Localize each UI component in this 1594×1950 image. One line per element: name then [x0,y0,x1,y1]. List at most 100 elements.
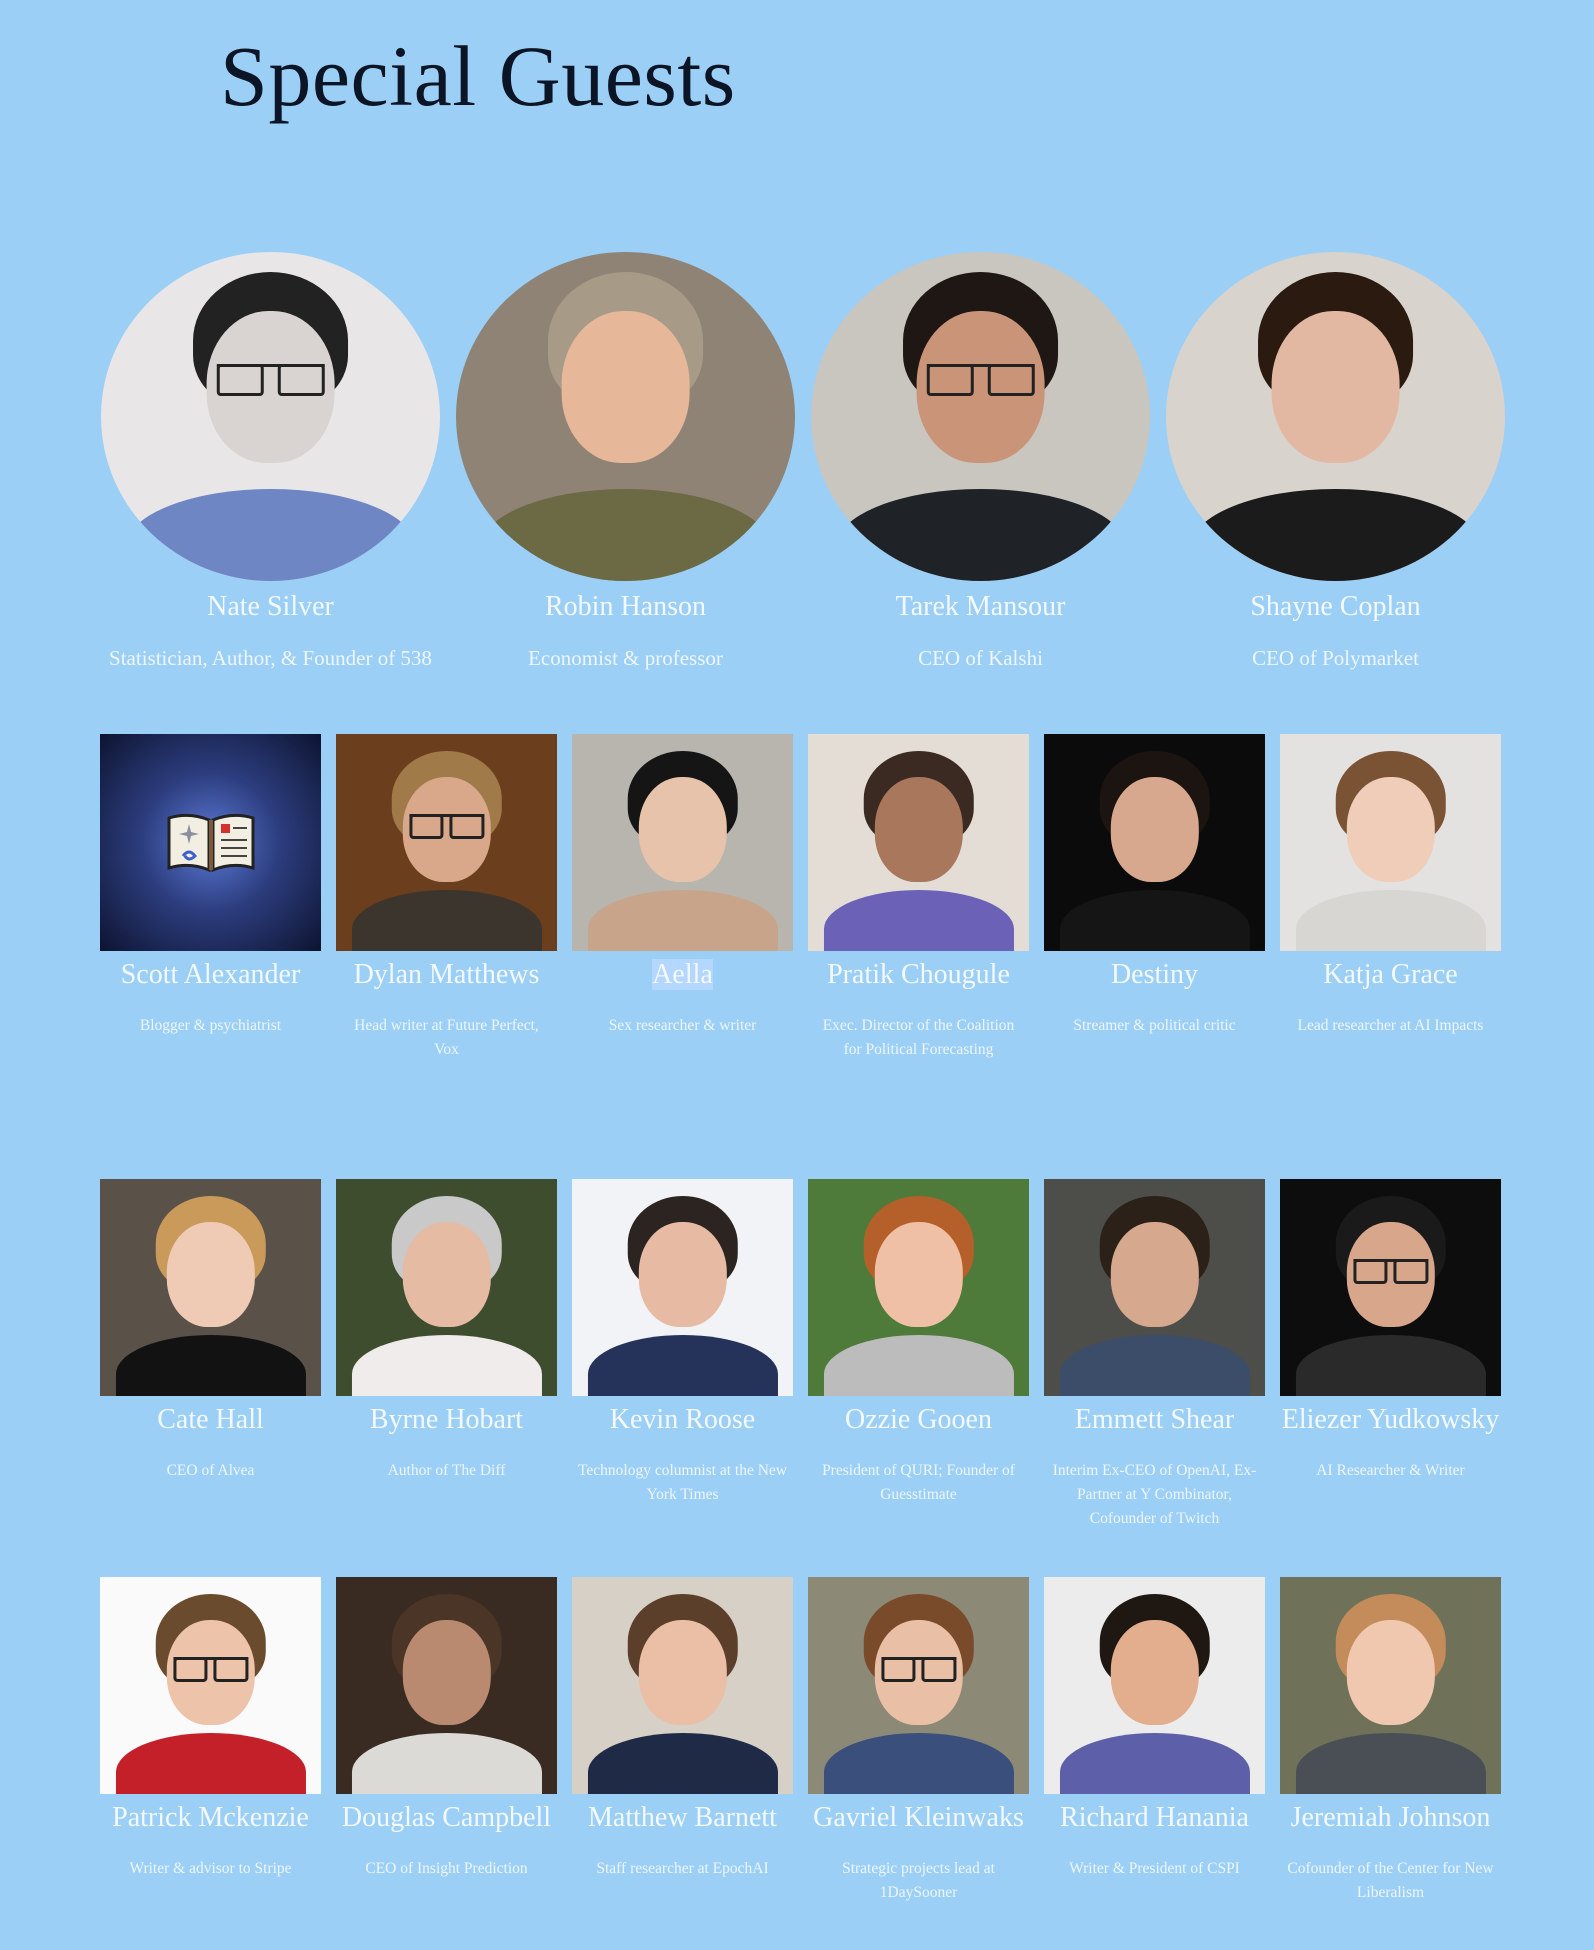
guest-card-kevin-roose: Kevin Roose Technology columnist at the N… [572,1179,793,1507]
guest-role: Writer & advisor to Stripe [129,1860,292,1877]
guest-photo [808,1577,1029,1794]
guest-photo [808,734,1029,951]
guest-name: Pratik Chougule [808,957,1029,992]
page-title: Special Guests [220,28,736,124]
guest-name: Cate Hall [100,1402,321,1437]
guest-photo [100,1577,321,1794]
guest-photo [572,1179,793,1396]
guest-name-text: Robin Hanson [545,591,706,622]
guest-role: AI Researcher & Writer [1316,1462,1465,1479]
guest-name-text: Scott Alexander [120,959,301,990]
guest-photo [808,1179,1029,1396]
guest-role: CEO of Polymarket [1252,646,1419,670]
guest-card-pratik-chougule: Pratik Chougule Exec. Director of the Coa… [808,734,1029,1062]
guest-photo [456,252,795,581]
guest-role: Technology columnist at the New York Tim… [578,1462,787,1504]
guest-name-text: Byrne Hobart [369,1404,524,1435]
guest-card-scott-alexander: Scott Alexander Blogger & psychiatrist [100,734,321,1038]
guest-name-text: Kevin Roose [609,1404,756,1435]
guest-name: Richard Hanania [1044,1800,1265,1835]
guest-photo [100,1179,321,1396]
guest-name-text: Matthew Barnett [588,1802,777,1833]
guest-photo [811,252,1150,581]
guest-role: Exec. Director of the Coalition for Poli… [822,1017,1015,1059]
guest-card-byrne-hobart: Byrne Hobart Author of The Diff [336,1179,557,1483]
guest-name: Robin Hanson [455,589,796,624]
guest-name-text: Jeremiah Johnson [1290,1802,1491,1833]
guest-photo [1044,734,1265,951]
guest-photo [336,1577,557,1794]
guest-role: CEO of Alvea [166,1462,255,1479]
guest-card-dylan-matthews: Dylan Matthews Head writer at Future Perf… [336,734,557,1062]
guest-photo [336,1179,557,1396]
guest-name: Ozzie Gooen [808,1402,1029,1437]
guest-name-text: Katja Grace [1323,959,1458,990]
guest-role: Staff researcher at EpochAI [596,1860,769,1877]
guest-name: Emmett Shear [1044,1402,1265,1437]
guest-name: Jeremiah Johnson [1280,1800,1501,1835]
guest-name: Matthew Barnett [572,1800,793,1835]
guest-card-jeremiah-johnson: Jeremiah Johnson Cofounder of the Center … [1280,1577,1501,1905]
guest-name: Shayne Coplan [1165,589,1506,624]
guest-name-text: Eliezer Yudkowsky [1281,1404,1500,1435]
guest-photo [1044,1179,1265,1396]
guest-card-robin-hanson: Robin Hanson Economist & professor [455,252,796,675]
guest-role: Writer & President of CSPI [1069,1860,1240,1877]
guest-photo [1280,1179,1501,1396]
guest-role: Interim Ex-CEO of OpenAI, Ex-Partner at … [1052,1462,1257,1528]
guest-name: Aella [572,957,793,992]
guest-card-gavriel-kleinwaks: Gavriel Kleinwaks Strategic projects lead… [808,1577,1029,1905]
guest-name: Douglas Campbell [336,1800,557,1835]
guest-role: CEO of Insight Prediction [365,1860,528,1877]
guest-card-richard-hanania: Richard Hanania Writer & President of CSP… [1044,1577,1265,1881]
guest-role: Streamer & political critic [1073,1017,1236,1034]
guest-name: Kevin Roose [572,1402,793,1437]
guest-photo [572,1577,793,1794]
guest-card-douglas-campbell: Douglas Campbell CEO of Insight Predictio… [336,1577,557,1881]
guest-photo [101,252,440,581]
guest-name: Gavriel Kleinwaks [808,1800,1029,1835]
guest-name-text: Tarek Mansour [895,591,1066,622]
guest-role: Head writer at Future Perfect, Vox [354,1017,539,1059]
guest-card-emmett-shear: Emmett Shear Interim Ex-CEO of OpenAI, Ex… [1044,1179,1265,1531]
guest-card-cate-hall: Cate Hall CEO of Alvea [100,1179,321,1483]
guest-name-text: Douglas Campbell [341,1802,552,1833]
guest-photo [1280,1577,1501,1794]
guest-card-aella: Aella Sex researcher & writer [572,734,793,1038]
guest-photo [1044,1577,1265,1794]
guest-name-text: Gavriel Kleinwaks [813,1802,1024,1833]
guest-name-text: Dylan Matthews [353,959,540,990]
guest-photo [572,734,793,951]
guest-photo [336,734,557,951]
guest-name: Scott Alexander [100,957,321,992]
guest-role: Lead researcher at AI Impacts [1297,1017,1484,1034]
guest-name: Eliezer Yudkowsky [1280,1402,1501,1437]
guest-name: Tarek Mansour [810,589,1151,624]
guest-role: President of QURI; Founder of Guesstimat… [822,1462,1015,1504]
guest-role: CEO of Kalshi [918,646,1043,670]
guest-name: Byrne Hobart [336,1402,557,1437]
guest-card-katja-grace: Katja Grace Lead researcher at AI Impacts [1280,734,1501,1038]
guest-name-text: Ozzie Gooen [845,1404,992,1435]
guest-name-text: Richard Hanania [1060,1802,1249,1833]
guest-card-ozzie-gooen: Ozzie Gooen President of QURI; Founder of… [808,1179,1029,1507]
guest-card-matthew-barnett: Matthew Barnett Staff researcher at Epoch… [572,1577,793,1881]
guest-role: Statistician, Author, & Founder of 538 [109,646,432,670]
guest-photo [1280,734,1501,951]
guest-card-eliezer-yudkowsky: Eliezer Yudkowsky AI Researcher & Writer [1280,1179,1501,1483]
guest-name-text: Shayne Coplan [1250,591,1421,622]
guest-name: Nate Silver [100,589,441,624]
guest-role: Economist & professor [528,646,723,670]
book-icon [100,734,321,951]
guest-card-tarek-mansour: Tarek Mansour CEO of Kalshi [810,252,1151,675]
guest-photo [1166,252,1505,581]
guest-role: Author of The Diff [387,1462,506,1479]
guest-role: Cofounder of the Center for New Liberali… [1287,1860,1494,1902]
guest-role: Blogger & psychiatrist [139,1017,282,1034]
guest-name-text: Pratik Chougule [827,959,1010,990]
guest-name-text: Destiny [1110,959,1199,990]
guest-name: Dylan Matthews [336,957,557,992]
guest-name: Katja Grace [1280,957,1501,992]
guest-role: Sex researcher & writer [608,1017,757,1034]
guest-card-patrick-mckenzie: Patrick Mckenzie Writer & advisor to Stri… [100,1577,321,1881]
